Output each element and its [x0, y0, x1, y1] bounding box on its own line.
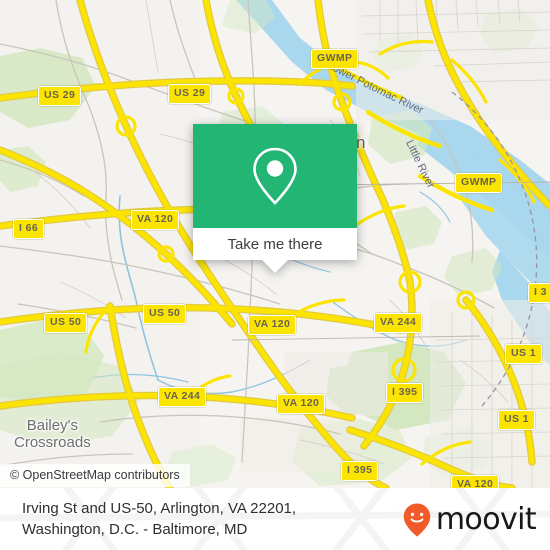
place-label-line: Bailey's — [26, 417, 78, 434]
popup-image-area — [193, 124, 357, 228]
road-shield: VA 120 — [277, 394, 326, 414]
road-shield: US 50 — [44, 313, 88, 333]
address-line-2: Washington, D.C. - Baltimore, MD — [22, 521, 248, 539]
road-shield: US 1 — [498, 410, 535, 430]
road-shield: VA 244 — [158, 387, 207, 407]
footer-bar: Irving St and US-50, Arlington, VA 22201… — [0, 488, 550, 550]
popup-tail — [262, 260, 288, 273]
address-line-1: Irving St and US-50, Arlington, VA 22201… — [22, 500, 297, 517]
road-shield: I 395 — [386, 383, 424, 403]
popup-action-button[interactable]: Take me there — [193, 228, 357, 260]
map-pin-icon — [253, 147, 297, 205]
place-label-line: Crossroads — [14, 433, 91, 451]
road-shield: US 1 — [505, 344, 542, 364]
place-label-line: n — [356, 133, 366, 152]
popup-action-label: Take me there — [227, 235, 323, 253]
moovit-wordmark: moovit — [435, 502, 537, 537]
road-shield: VA 120 — [451, 475, 500, 488]
road-shield: I 66 — [13, 219, 45, 239]
moovit-logo[interactable]: moovit — [402, 502, 537, 538]
road-shield: VA 120 — [131, 210, 180, 230]
place-label: Bailey's Crossroads — [14, 417, 91, 452]
map-canvas[interactable]: .w{fill:#a9d7ed} .pk{fill:#d3e8c0} .pk2{… — [0, 0, 550, 488]
moovit-map-screenshot: .w{fill:#a9d7ed} .pk{fill:#d3e8c0} .pk2{… — [0, 0, 550, 550]
location-address: Irving St and US-50, Arlington, VA 22201… — [22, 498, 296, 541]
road-shield: GWMP — [455, 173, 503, 193]
location-popup-card[interactable]: Take me there — [193, 124, 357, 273]
road-shield: I 3 — [528, 283, 550, 303]
road-shield: US 29 — [38, 86, 82, 106]
road-shield: US 50 — [143, 304, 187, 324]
road-shield: GWMP — [311, 49, 359, 69]
road-shield: US 29 — [168, 84, 212, 104]
road-shield: VA 120 — [248, 315, 297, 335]
place-label: n — [356, 133, 365, 152]
map-attribution[interactable]: © OpenStreetMap contributors — [0, 464, 190, 487]
road-shield: I 395 — [341, 461, 379, 481]
road-shield: VA 244 — [374, 313, 423, 333]
moovit-pin-icon — [403, 503, 431, 537]
